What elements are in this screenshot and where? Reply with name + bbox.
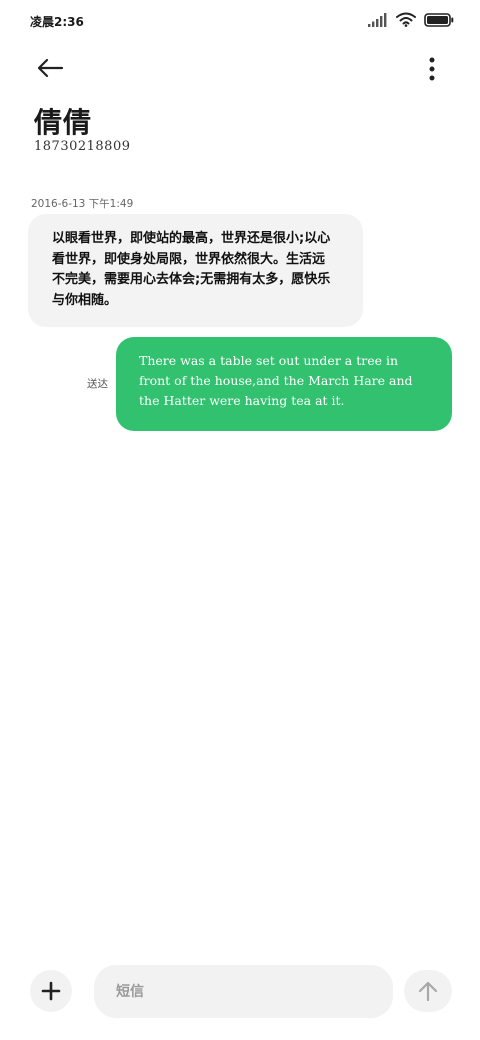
status-icons	[368, 12, 454, 30]
more-vertical-icon	[429, 57, 435, 81]
wifi-icon	[396, 12, 416, 31]
sent-message-text: There was a table set out under a tree i…	[139, 353, 413, 408]
received-message-bubble[interactable]: 以眼看世界，即使站的最高，世界还是很小;以心看世界，即使身处局限，世界依然很大。…	[28, 214, 363, 327]
plus-icon	[41, 981, 61, 1001]
more-options-button[interactable]	[420, 52, 444, 86]
message-input[interactable]	[94, 965, 393, 1018]
add-attachment-button[interactable]	[30, 970, 72, 1012]
sent-message-bubble[interactable]: There was a table set out under a tree i…	[116, 337, 452, 431]
message-timestamp: 2016-6-13 下午1:49	[31, 198, 134, 210]
messaging-screen: 凌晨2:36 倩倩 18730218809 2016-6-13 下午1:49 以…	[0, 0, 480, 1040]
delivery-status: 送达	[87, 378, 108, 390]
arrow-up-icon	[418, 981, 438, 1002]
arrow-left-icon	[37, 58, 64, 78]
send-button[interactable]	[404, 970, 452, 1012]
status-time: 凌晨2:36	[30, 15, 84, 29]
contact-number: 18730218809	[34, 139, 131, 154]
received-message-text: 以眼看世界，即使站的最高，世界还是很小;以心看世界，即使身处局限，世界依然很大。…	[52, 231, 331, 308]
back-button[interactable]	[30, 50, 70, 86]
status-bar: 凌晨2:36	[0, 0, 480, 40]
battery-icon	[424, 12, 454, 31]
contact-name: 倩倩	[34, 106, 93, 139]
signal-icon	[368, 12, 388, 31]
